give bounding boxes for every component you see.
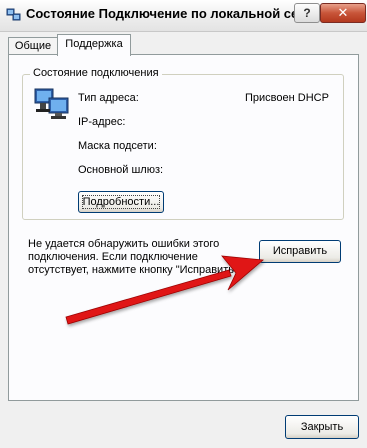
repair-message-line: Не удается обнаружить ошибки этого [28,238,220,250]
window-close-button[interactable]: ✕ [320,3,366,23]
network-computer-icon [34,88,69,119]
focus-rectangle [82,195,160,209]
repair-message-line: подключения. Если подключение [28,251,198,263]
details-button[interactable]: Подробности... [78,191,164,213]
window-title: Состояние Подключение по локальной сети [26,6,313,21]
tab-general[interactable]: Общие [8,37,58,54]
address-type-value: Присвоен DHCP [245,92,329,104]
repair-message: Не удается обнаружить ошибки этого подкл… [28,238,260,277]
help-button[interactable]: ? [294,3,320,23]
connection-status-legend: Состояние подключения [30,67,162,79]
title-bar: Состояние Подключение по локальной сети … [0,0,367,32]
default-gateway-label: Основной шлюз: [78,164,164,176]
network-connection-icon [6,8,21,21]
repair-button[interactable]: Исправить [259,240,341,263]
ip-address-label: IP-адрес: [78,116,126,128]
close-button[interactable]: Закрыть [285,415,359,439]
tab-support[interactable]: Поддержка [57,34,131,56]
subnet-mask-label: Маска подсети: [78,140,157,152]
address-type-label: Тип адреса: [78,92,139,104]
repair-message-line: отсутствует, нажмите кнопку "Исправить". [28,264,241,276]
